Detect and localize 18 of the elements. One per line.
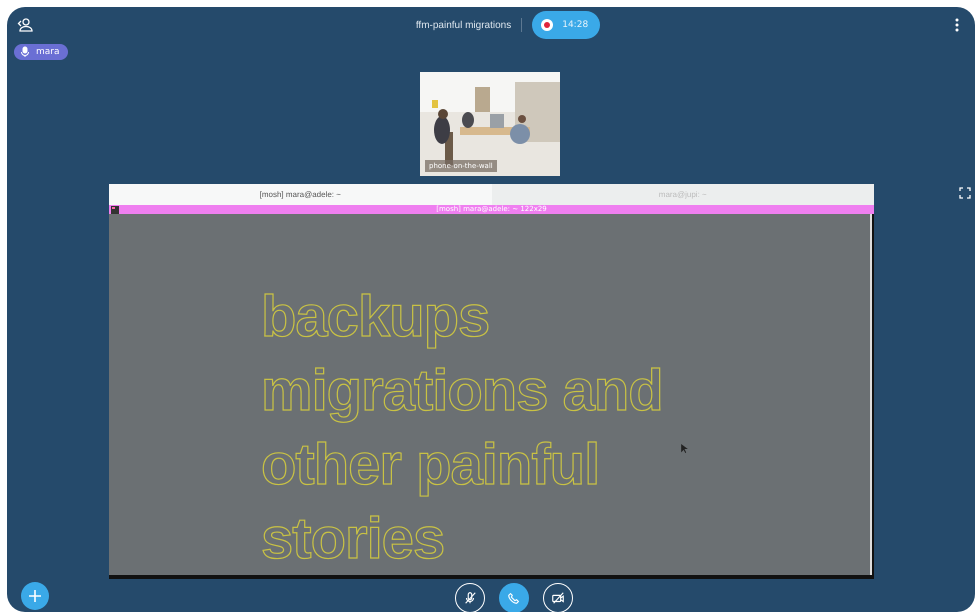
plus-icon (28, 588, 42, 602)
phone-icon (507, 591, 521, 605)
fullscreen-icon[interactable] (959, 187, 971, 199)
camera-button[interactable] (543, 583, 573, 612)
more-menu-icon[interactable] (954, 18, 959, 32)
meeting-title: ffm-painful migrations (416, 20, 512, 30)
mouse-cursor-icon (681, 444, 688, 454)
participant-tag: mara (14, 44, 68, 60)
phone-button[interactable] (499, 583, 529, 612)
terminal-tab[interactable]: [mosh] mara@adele: ~ (109, 184, 492, 205)
terminal-icon (111, 206, 119, 214)
recording-timer[interactable]: 14:28 (532, 11, 600, 39)
microphone-icon (463, 591, 477, 605)
ascii-art-text: backups migrations and other painful stories (261, 283, 663, 573)
camera-icon (551, 591, 565, 605)
microphone-button[interactable] (455, 583, 485, 612)
add-button[interactable] (21, 582, 49, 610)
person-icon[interactable] (17, 17, 33, 33)
